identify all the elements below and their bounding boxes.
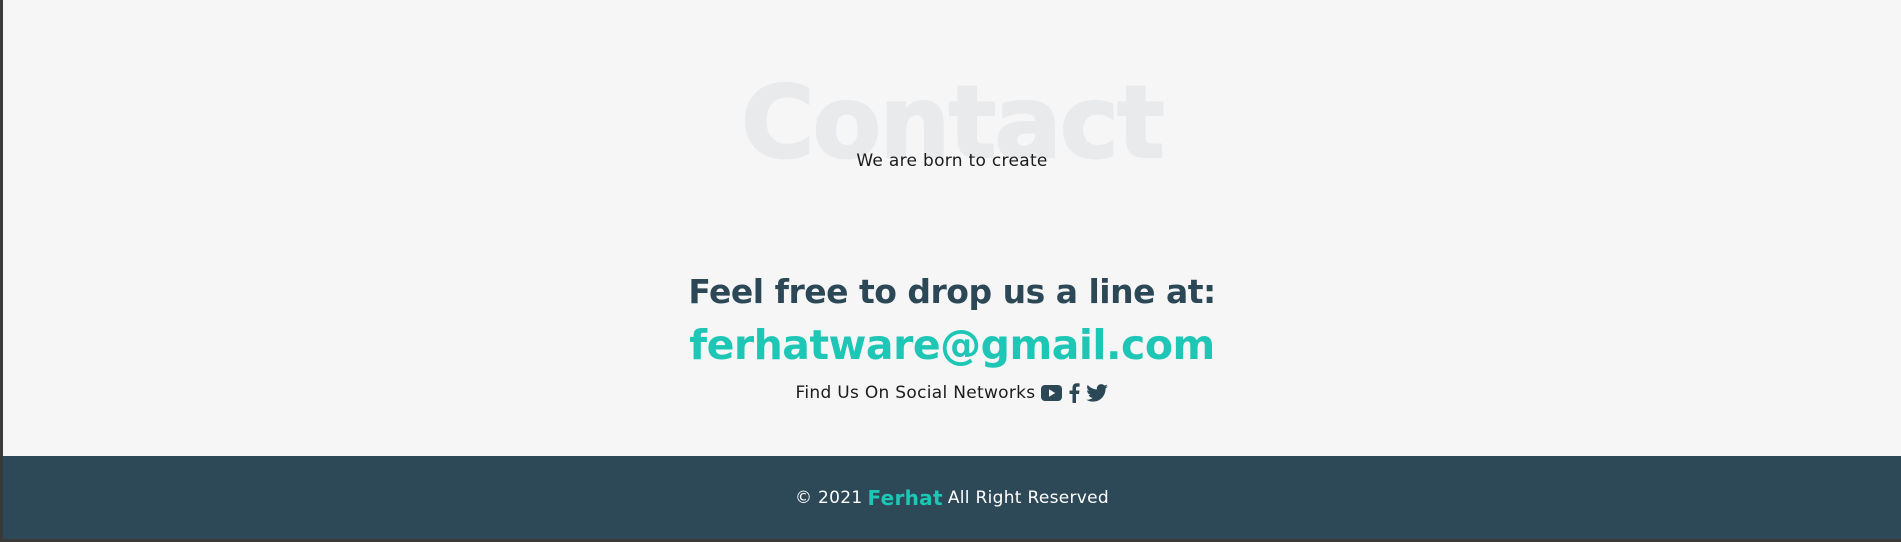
footer-brand[interactable]: Ferhat <box>867 486 942 510</box>
contact-section: Contact We are born to create Feel free … <box>3 0 1901 456</box>
contact-headline: Feel free to drop us a line at: <box>688 272 1216 311</box>
social-networks: Find Us On Social Networks <box>3 383 1901 403</box>
email-link[interactable]: ferhatware@gmail.com <box>3 321 1901 369</box>
footer: © 2021 Ferhat All Right Reserved <box>3 456 1901 539</box>
copyright-text: © 2021 <box>794 487 863 508</box>
rights-text: All Right Reserved <box>947 487 1110 508</box>
social-label: Find Us On Social Networks <box>795 383 1036 403</box>
twitter-icon[interactable] <box>1086 384 1109 402</box>
facebook-icon[interactable] <box>1068 383 1081 403</box>
youtube-icon[interactable] <box>1041 385 1063 401</box>
section-subtitle: We are born to create <box>856 151 1048 171</box>
page: Contact We are born to create Feel free … <box>3 0 1901 539</box>
